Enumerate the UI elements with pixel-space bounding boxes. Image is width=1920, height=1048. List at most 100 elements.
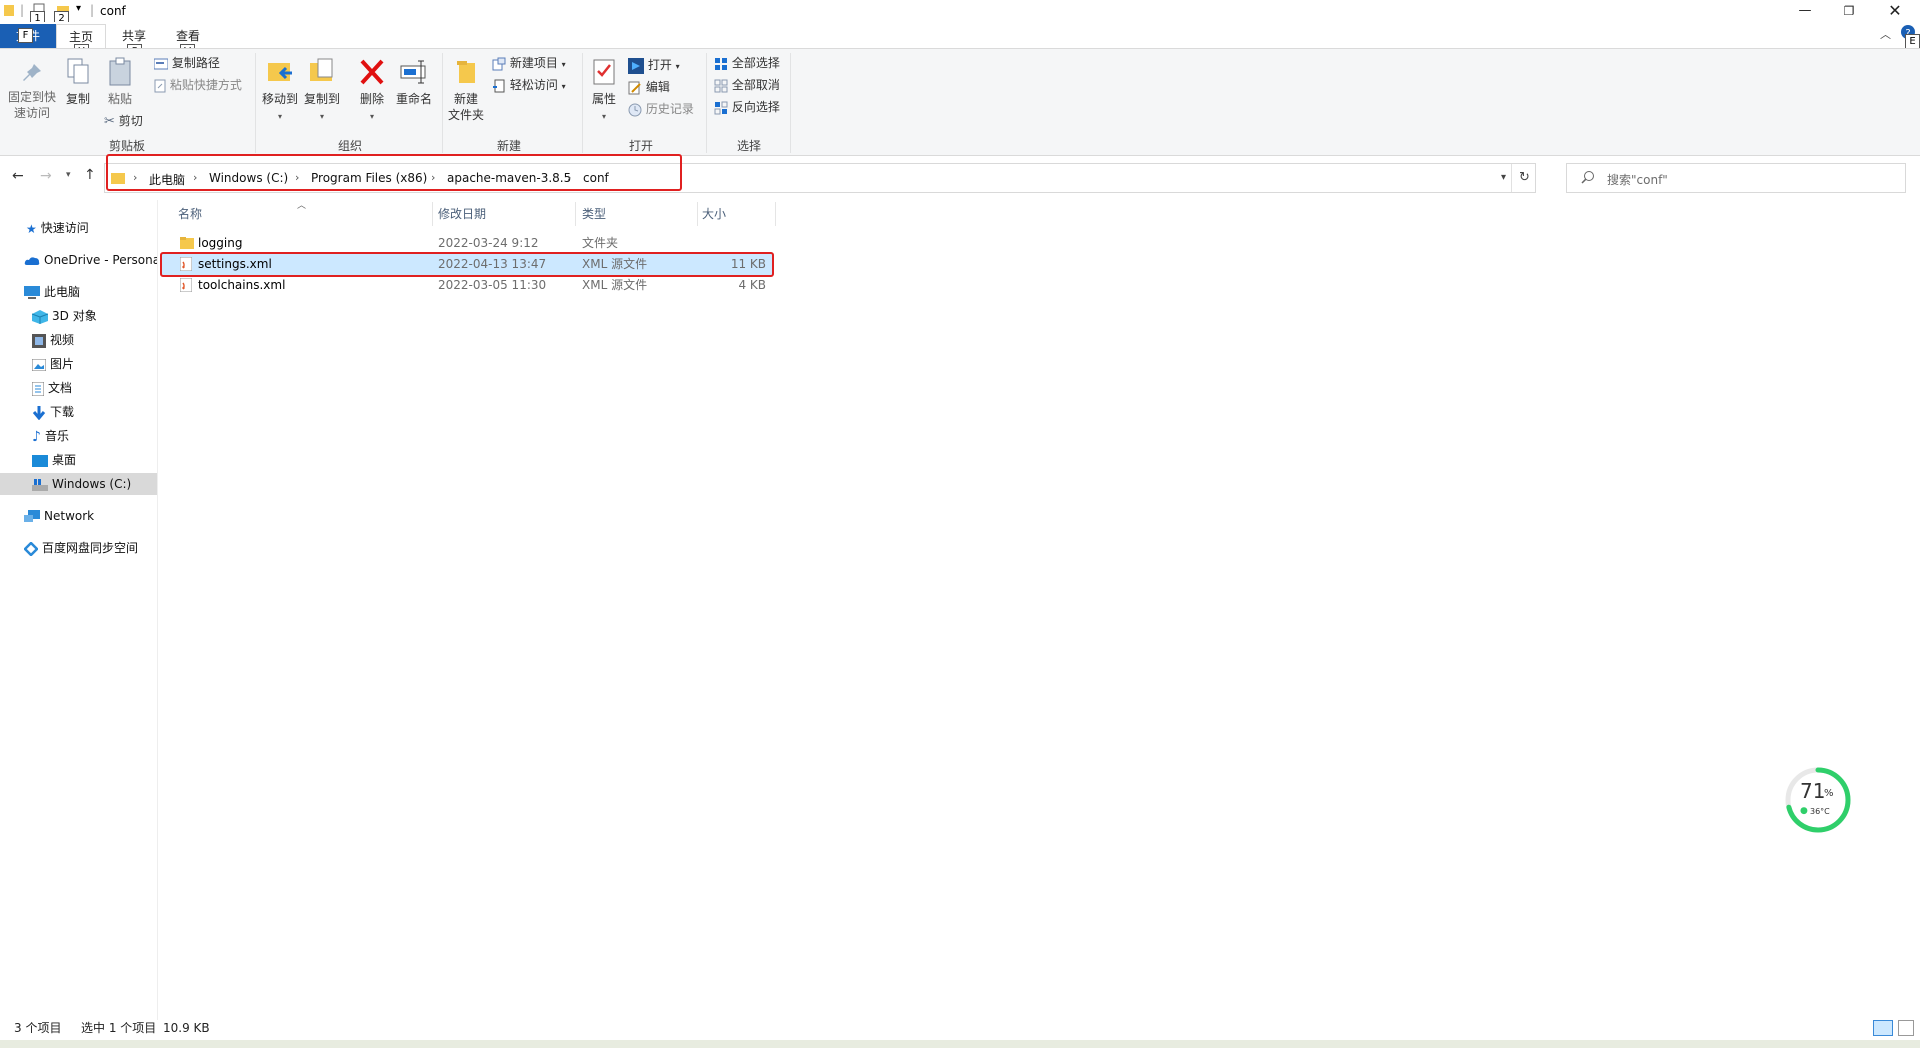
new-folder-label-1: 新建 [453,92,478,106]
sidebar-item-desktop[interactable]: 桌面 [0,449,157,471]
select-none-button[interactable]: 全部取消 [714,75,780,95]
details-view-icon[interactable] [1873,1020,1893,1036]
group-label-clipboard: 剪贴板 [108,139,145,153]
sidebar-item-windows-c[interactable]: Windows (C:) [0,473,157,495]
sidebar-item-this-pc[interactable]: 此电脑 [0,281,157,303]
column-header-modified[interactable]: 修改日期 [438,206,486,222]
move-to-button[interactable]: 移动到 ▾ [260,57,300,125]
sidebar-item-label: 百度网盘同步空间 [42,541,139,555]
new-folder-button[interactable]: 新建 文件夹 [446,57,486,123]
tab-view-label: 查看 [176,29,201,43]
cut-button[interactable]: ✂ 剪切 [104,111,143,131]
ribbon-tabs: 文件 F 主页 H 共享 S 查看 V ︿ ? E [0,22,1920,59]
properties-icon [593,59,615,85]
properties-button[interactable]: 属性 ▾ [586,57,622,125]
refresh-icon[interactable]: ↻ [1519,170,1530,185]
customize-qa-chevron-icon[interactable]: ▾ [76,3,81,19]
invert-selection-label: 反向选择 [731,100,780,114]
column-header-name[interactable]: 名称 [178,206,202,222]
back-arrow-icon[interactable]: ← [12,168,24,184]
scissors-icon: ✂ [104,113,115,129]
copy-to-button[interactable]: 复制到 ▾ [302,57,342,125]
divider [255,53,256,153]
search-box[interactable]: 搜索"conf" [1566,163,1906,193]
dropdown-arrow-icon: ▾ [369,112,374,121]
ribbon: 固定到快 速访问 复制 粘贴 复制路径 粘贴快捷方式 ✂ 剪切 剪贴板 移动到 ▾… [0,48,1920,156]
sidebar-item-videos[interactable]: 视频 [0,329,157,351]
select-all-button[interactable]: 全部选择 [714,53,780,73]
sidebar-item-baidu-netdisk[interactable]: 百度网盘同步空间 [0,537,157,559]
column-header-type[interactable]: 类型 [582,206,606,222]
file-row[interactable]: toolchains.xml 2022-03-05 11:30 XML 源文件 … [162,275,774,296]
close-button[interactable]: ✕ [1872,0,1918,22]
sidebar-item-documents[interactable]: 文档 [0,377,157,399]
divider [1511,164,1512,192]
sidebar-item-quick-access[interactable]: ★ 快速访问 [0,217,157,239]
copy-path-button[interactable]: 复制路径 [154,53,220,73]
group-label-open: 打开 [628,139,653,153]
sidebar-item-downloads[interactable]: 下载 [0,401,157,423]
sidebar-item-network[interactable]: Network [0,505,157,527]
new-item-icon [492,57,506,70]
forward-arrow-icon[interactable]: → [40,168,52,184]
performance-gauge-widget[interactable]: 71 % ● 36°C [1784,766,1852,834]
invert-selection-icon [714,101,728,114]
pin-to-quick-access-button[interactable]: 固定到快 速访问 [4,61,60,121]
sidebar-item-music[interactable]: ♪ 音乐 [0,425,157,447]
status-selected-size: 10.9 KB [163,1021,210,1035]
column-header-size[interactable]: 大小 [702,206,726,222]
music-note-icon: ♪ [32,428,41,445]
edit-button[interactable]: 编辑 [628,77,670,97]
divider [582,53,583,153]
minimize-button[interactable]: — [1782,0,1828,22]
large-icons-view-icon[interactable] [1898,1020,1914,1036]
paste-shortcut-label: 粘贴快捷方式 [169,78,242,92]
sidebar-item-label: Network [44,509,95,523]
cube-icon [32,309,48,324]
copy-label: 复制 [65,92,90,106]
recent-locations-chevron-icon[interactable]: ▾ [66,170,71,180]
rename-button[interactable]: 重命名 [394,57,434,107]
file-row[interactable]: logging 2022-03-24 9:12 文件夹 [162,233,774,254]
gauge-temperature: 36°C [1810,807,1830,816]
paste-button[interactable]: 粘贴 [104,57,136,107]
network-icon [24,509,40,522]
file-modified: 2022-03-05 11:30 [438,278,547,292]
sidebar-item-label: 文档 [48,381,73,395]
sidebar-item-onedrive[interactable]: OneDrive - Personal [0,249,157,271]
up-arrow-icon[interactable]: ↑ [84,167,96,183]
collapse-ribbon-chevron-icon[interactable]: ︿ [1880,26,1891,42]
edit-label: 编辑 [645,80,670,94]
baidu-netdisk-icon [24,541,38,556]
status-bar: 3 个项目 选中 1 个项目 10.9 KB [0,1016,1920,1040]
divider: | [90,3,95,17]
annotation-box-address [106,154,682,191]
sidebar-item-label: Windows (C:) [52,477,132,491]
cloud-icon [24,256,40,265]
address-dropdown-chevron-icon[interactable]: ▾ [1501,172,1506,183]
sidebar-item-label: 此电脑 [44,285,81,299]
new-item-button[interactable]: 新建项目 ▾ [492,53,566,73]
sidebar-item-label: 3D 对象 [52,309,97,323]
delete-button[interactable]: 删除 ▾ [356,57,388,125]
sidebar-item-pictures[interactable]: 图片 [0,353,157,375]
sidebar-item-3d-objects[interactable]: 3D 对象 [0,305,157,327]
search-placeholder: 搜索"conf" [1607,173,1668,187]
divider [790,53,791,153]
open-app-icon [628,57,644,74]
history-button[interactable]: 历史记录 [628,99,694,119]
dropdown-arrow-icon: ▾ [675,62,680,71]
easy-access-button[interactable]: 轻松访问 ▾ [492,75,566,95]
restore-button[interactable]: ❐ [1826,0,1872,22]
pin-label-1: 固定到快 [7,90,56,104]
divider [697,202,698,226]
download-arrow-icon [32,405,46,420]
dropdown-arrow-icon: ▾ [561,82,566,91]
open-button[interactable]: 打开 ▾ [628,55,680,75]
sidebar-item-label: 音乐 [44,429,69,443]
taskbar-strip [0,1040,1920,1048]
paste-shortcut-button[interactable]: 粘贴快捷方式 [154,75,242,95]
copy-button[interactable]: 复制 [62,57,94,107]
invert-selection-button[interactable]: 反向选择 [714,97,780,117]
select-none-icon [714,79,728,92]
